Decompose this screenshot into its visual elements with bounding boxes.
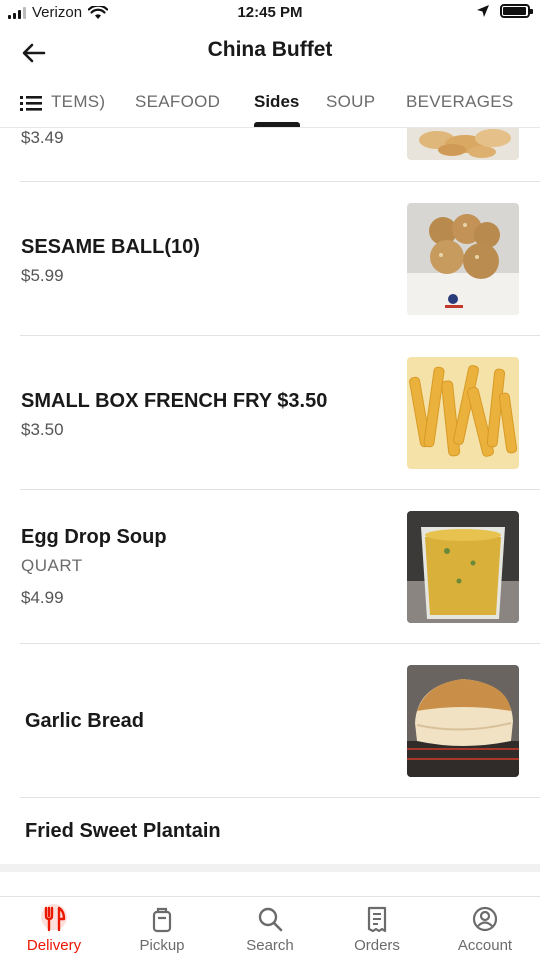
fork-knife-icon (44, 906, 66, 932)
nav-label: Delivery (26, 937, 82, 954)
nav-label: Orders (354, 937, 400, 954)
active-tab-indicator (254, 122, 300, 127)
nav-orders[interactable]: Orders (327, 901, 427, 959)
location-arrow-icon (477, 5, 489, 17)
section-spacer (0, 864, 540, 872)
item-name: SMALL BOX FRENCH FRY $3.50 (21, 390, 328, 412)
header: China Buffet (0, 30, 540, 74)
menu-item[interactable]: Fried Sweet Plantain (0, 798, 540, 896)
item-image (407, 665, 519, 777)
item-price: $3.50 (21, 420, 64, 439)
item-name: Egg Drop Soup (21, 526, 167, 548)
nav-pickup[interactable]: Pickup (112, 901, 212, 959)
menu-item[interactable]: Garlic Bread (0, 644, 540, 798)
menu-item[interactable]: Egg Drop Soup QUART $4.99 (0, 490, 540, 644)
item-name: Fried Sweet Plantain (25, 820, 221, 842)
search-icon (258, 907, 283, 932)
nav-search[interactable]: Search (220, 901, 320, 959)
nav-label: Account (457, 937, 513, 954)
nav-account[interactable]: Account (435, 901, 535, 959)
tab-beverages[interactable]: BEVERAGES (406, 92, 514, 112)
item-price: $3.49 (21, 128, 64, 147)
battery-icon (500, 4, 533, 18)
status-time: 12:45 PM (237, 4, 303, 21)
tab-seafood[interactable]: SEAFOOD (135, 92, 220, 112)
tab-soup[interactable]: SOUP (326, 92, 375, 112)
item-price: $5.99 (21, 266, 64, 285)
item-image (407, 203, 519, 315)
bottom-nav: Delivery Pickup Search Orders Account (0, 896, 540, 960)
nav-label: Search (246, 937, 294, 954)
item-image (407, 357, 519, 469)
status-right (476, 4, 533, 18)
page-title: China Buffet (207, 38, 333, 61)
account-icon (472, 906, 498, 932)
item-image (407, 128, 519, 160)
menu-item[interactable]: SESAME BALL(10) $5.99 (0, 182, 540, 336)
menu-item[interactable]: SMALL BOX FRENCH FRY $3.50 $3.50 (0, 336, 540, 490)
tab-items[interactable]: TEMS) (51, 92, 105, 112)
item-price: $4.99 (21, 588, 64, 607)
tab-sides[interactable]: Sides (254, 92, 299, 112)
category-list-icon[interactable] (20, 94, 42, 112)
nav-delivery[interactable]: Delivery (4, 901, 104, 959)
nav-label: Pickup (139, 937, 185, 954)
item-name: SESAME BALL(10) (21, 236, 200, 258)
menu-list: $3.49 SESAME BALL(10) $5.99 SMALL BOX FR… (0, 128, 540, 896)
receipt-icon (367, 906, 387, 933)
bag-icon (152, 907, 172, 933)
item-name: Garlic Bread (25, 710, 144, 732)
item-description: QUART (21, 556, 83, 575)
item-image (407, 511, 519, 623)
category-tabs: TEMS) SEAFOOD Sides SOUP BEVERAGES (0, 80, 540, 128)
menu-item[interactable]: $3.49 (0, 128, 540, 182)
status-bar: Verizon 12:45 PM (0, 0, 540, 28)
